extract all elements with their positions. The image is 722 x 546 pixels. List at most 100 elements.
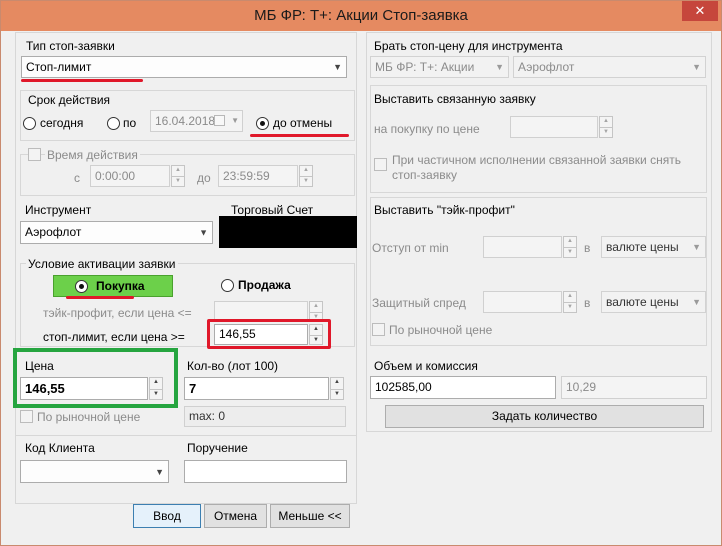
- time-from-label: с: [74, 171, 80, 185]
- linked-buy-price-field[interactable]: [510, 116, 598, 138]
- enter-button[interactable]: Ввод: [133, 504, 201, 528]
- time-range-label: Время действия: [45, 148, 140, 162]
- account-field[interactable]: [219, 216, 357, 248]
- instrument-select[interactable]: Аэрофлот ▼: [20, 221, 213, 244]
- client-code-label: Код Клиента: [25, 441, 95, 455]
- highlight-underline: [21, 79, 143, 82]
- validity-today-radio[interactable]: [23, 117, 36, 130]
- validity-until-cancel-label: до отмены: [273, 116, 333, 130]
- quantity-label: Кол-во (лот 100): [187, 359, 279, 373]
- sell-radio[interactable]: [221, 279, 234, 292]
- account-label: Торговый Счет: [231, 203, 314, 217]
- spin-up-icon[interactable]: ▲: [300, 166, 312, 176]
- take-profit-market-label: По рыночной цене: [389, 323, 493, 337]
- time-to-field[interactable]: 23:59:59: [218, 165, 298, 187]
- time-to-spinner[interactable]: ▲ ▼: [299, 165, 313, 187]
- spin-up-icon[interactable]: ▲: [331, 378, 343, 389]
- time-to-label: до: [197, 171, 211, 185]
- set-quantity-button[interactable]: Задать количество: [385, 405, 704, 428]
- price-market-label: По рыночной цене: [37, 410, 141, 424]
- stop-price-market-select[interactable]: МБ ФР: Т+: Акции ▼: [370, 56, 509, 78]
- buy-radio[interactable]: [75, 280, 88, 293]
- highlight-underline: [250, 134, 349, 137]
- take-profit-spread-label: Защитный спред: [372, 296, 466, 310]
- time-range-checkbox[interactable]: [28, 148, 41, 161]
- validity-until-cancel-radio[interactable]: [256, 117, 269, 130]
- chevron-down-icon: ▼: [692, 297, 701, 307]
- time-from-spinner[interactable]: ▲ ▼: [171, 165, 185, 187]
- price-market-checkbox[interactable]: [20, 410, 33, 423]
- stop-price-market-value: МБ ФР: Т+: Акции: [375, 60, 475, 74]
- spin-down-icon[interactable]: ▼: [564, 247, 576, 257]
- price-spinner[interactable]: ▲ ▼: [149, 377, 163, 400]
- spin-up-icon[interactable]: ▲: [150, 378, 162, 389]
- stop-order-dialog: МБ ФР: Т+: Акции Стоп-заявка ✕ Тип стоп-…: [0, 0, 722, 546]
- linked-buy-price-spinner[interactable]: ▲ ▼: [599, 116, 613, 138]
- spin-down-icon[interactable]: ▼: [172, 176, 184, 186]
- volume-label: Объем и комиссия: [374, 359, 478, 373]
- spin-down-icon[interactable]: ▼: [310, 334, 322, 345]
- spin-down-icon[interactable]: ▼: [600, 127, 612, 137]
- take-profit-offset-field[interactable]: [483, 236, 562, 258]
- volume-commission-field: 10,29: [561, 376, 707, 399]
- take-profit-spread-spinner[interactable]: ▲ ▼: [563, 291, 577, 313]
- order-ref-field[interactable]: [184, 460, 347, 483]
- spin-up-icon[interactable]: ▲: [310, 302, 322, 312]
- spin-up-icon[interactable]: ▲: [600, 117, 612, 127]
- client-code-select[interactable]: ▼: [20, 460, 169, 483]
- stop-type-value: Стоп-лимит: [26, 60, 92, 74]
- spin-up-icon[interactable]: ▲: [564, 292, 576, 302]
- buy-label: Покупка: [96, 279, 145, 293]
- take-profit-spread-unit-select[interactable]: валюте цены ▼: [601, 291, 706, 313]
- spin-up-icon[interactable]: ▲: [172, 166, 184, 176]
- chevron-down-icon: ▼: [495, 62, 504, 72]
- quantity-spinner[interactable]: ▲ ▼: [330, 377, 344, 400]
- take-profit-price-label: тэйк-профит, если цена <=: [43, 306, 192, 320]
- order-ref-label: Поручение: [187, 441, 248, 455]
- spin-up-icon[interactable]: ▲: [564, 237, 576, 247]
- less-button[interactable]: Меньше <<: [270, 504, 350, 528]
- chevron-down-icon: ▼: [231, 116, 239, 125]
- volume-amount-field[interactable]: 102585,00: [370, 376, 556, 399]
- buy-option[interactable]: Покупка: [53, 275, 173, 297]
- quantity-field[interactable]: 7: [184, 377, 329, 400]
- sell-label: Продажа: [238, 278, 291, 292]
- validity-until-radio[interactable]: [107, 117, 120, 130]
- spin-down-icon[interactable]: ▼: [331, 388, 343, 400]
- chevron-down-icon: ▼: [692, 62, 701, 72]
- stop-limit-price-field[interactable]: 146,55: [214, 324, 308, 345]
- validity-label: Срок действия: [26, 93, 113, 107]
- chevron-down-icon: ▼: [199, 227, 208, 237]
- calendar-checkbox[interactable]: [214, 115, 225, 126]
- spin-up-icon[interactable]: ▲: [310, 325, 322, 335]
- take-profit-spread-in-label: в: [584, 296, 591, 310]
- time-from-field[interactable]: 0:00:00: [90, 165, 170, 187]
- spread-unit-value: валюте цены: [606, 295, 679, 309]
- spin-down-icon[interactable]: ▼: [150, 388, 162, 400]
- stop-price-instrument-select[interactable]: Аэрофлот ▼: [513, 56, 706, 78]
- stop-limit-price-spinner[interactable]: ▲ ▼: [309, 324, 323, 345]
- partial-cancel-checkbox[interactable]: [374, 158, 387, 171]
- spin-down-icon[interactable]: ▼: [300, 176, 312, 186]
- stop-limit-price-label: стоп-лимит, если цена >=: [43, 330, 185, 344]
- take-profit-spread-field[interactable]: [483, 291, 562, 313]
- linked-order-label: Выставить связанную заявку: [374, 92, 536, 106]
- take-profit-offset-spinner[interactable]: ▲ ▼: [563, 236, 577, 258]
- spin-down-icon[interactable]: ▼: [564, 302, 576, 312]
- activation-label: Условие активации заявки: [26, 257, 178, 271]
- stop-type-select[interactable]: Стоп-лимит ▼: [21, 56, 347, 78]
- instrument-label: Инструмент: [25, 203, 92, 217]
- instrument-value: Аэрофлот: [25, 225, 82, 239]
- take-profit-offset-in-label: в: [584, 241, 591, 255]
- close-button[interactable]: ✕: [682, 1, 718, 21]
- take-profit-offset-label: Отступ от min: [372, 241, 449, 255]
- partial-cancel-label-2: стоп-заявку: [392, 168, 457, 182]
- chevron-down-icon: ▼: [692, 242, 701, 252]
- take-profit-offset-unit-select[interactable]: валюте цены ▼: [601, 236, 706, 258]
- price-field[interactable]: 146,55: [20, 377, 148, 400]
- take-profit-market-checkbox[interactable]: [372, 323, 385, 336]
- chevron-down-icon: ▼: [155, 466, 164, 477]
- cancel-button[interactable]: Отмена: [204, 504, 267, 528]
- validity-date-field[interactable]: 16.04.2018 ▼: [150, 110, 243, 132]
- stop-type-label: Тип стоп-заявки: [26, 39, 115, 53]
